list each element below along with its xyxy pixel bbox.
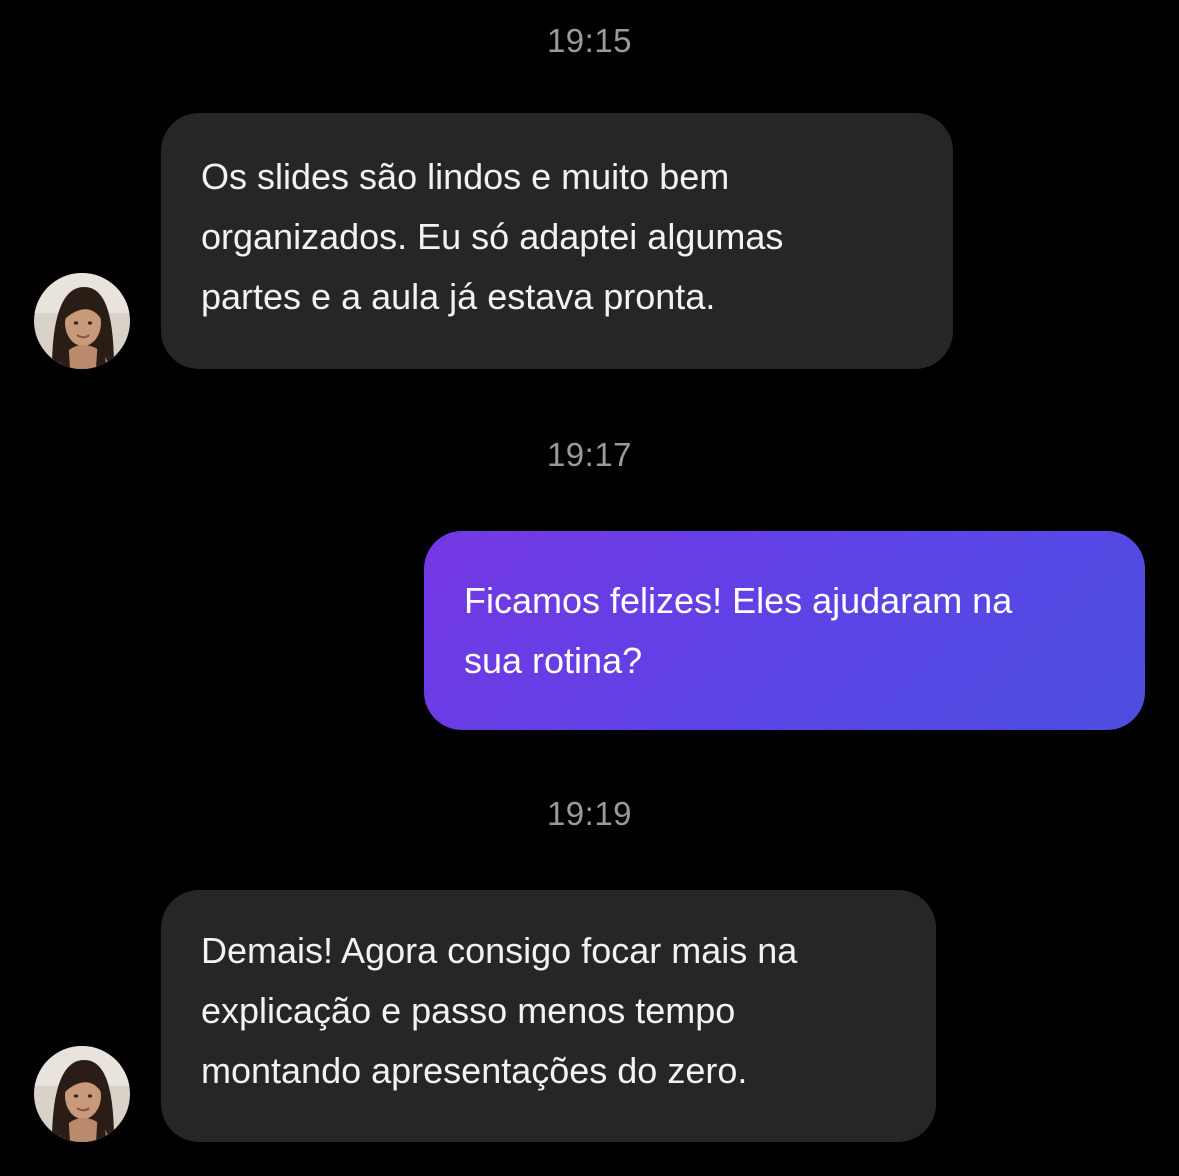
message-text-line: explicação e passo menos tempo bbox=[201, 990, 736, 1031]
timestamp-2: 19:17 bbox=[546, 436, 633, 473]
message-bubble-incoming-2[interactable]: Demais! Agora consigo focar mais na expl… bbox=[161, 890, 936, 1142]
message-text-line: sua rotina? bbox=[464, 640, 643, 681]
message-text-line: montando apresentações do zero. bbox=[201, 1050, 748, 1091]
message-text-line: Os slides são lindos e muito bem bbox=[201, 156, 730, 197]
message-bubble-outgoing-1[interactable]: Ficamos felizes! Eles ajudaram na sua ro… bbox=[424, 531, 1145, 730]
contact-avatar[interactable] bbox=[34, 273, 130, 369]
chat-thread[interactable]: 19:15 Os slides são lindos e muito bem o… bbox=[0, 0, 1179, 1176]
message-text-line: organizados. Eu só adaptei algumas bbox=[201, 216, 784, 257]
message-text-line: partes e a aula já estava pronta. bbox=[201, 276, 716, 317]
timestamp-1: 19:15 bbox=[546, 22, 633, 59]
avatar-photo-icon bbox=[34, 1046, 130, 1142]
message-text-line: Demais! Agora consigo focar mais na bbox=[201, 930, 798, 971]
avatar-photo-icon bbox=[34, 273, 130, 369]
message-text-line: Ficamos felizes! Eles ajudaram na bbox=[464, 580, 1013, 621]
contact-avatar[interactable] bbox=[34, 1046, 130, 1142]
timestamp-3: 19:19 bbox=[546, 795, 633, 832]
message-bubble-incoming-1[interactable]: Os slides são lindos e muito bem organiz… bbox=[161, 113, 953, 369]
